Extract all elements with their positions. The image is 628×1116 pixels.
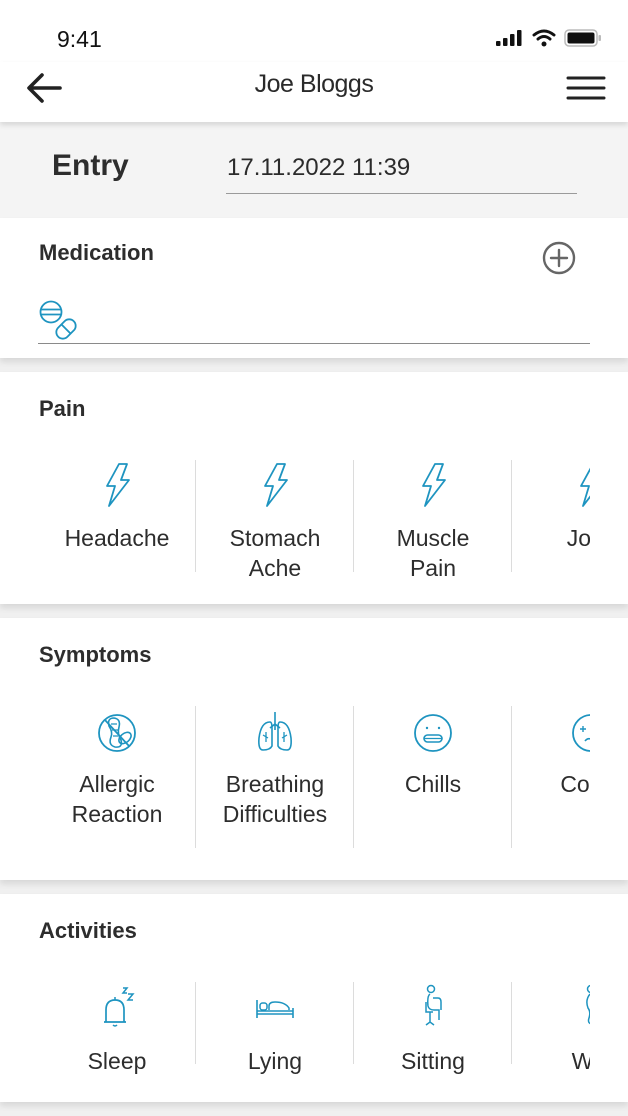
pain-items-scroller[interactable]: Headache Stomach Ache Muscle Pain Jo: [38, 460, 590, 580]
pain-item-muscle-pain[interactable]: Muscle Pain: [354, 460, 512, 580]
activities-card: Activities Sleep Lying Sitting W: [0, 894, 628, 1102]
medication-title: Medication: [39, 240, 154, 265]
app-bar: Joe Bloggs: [0, 62, 628, 122]
sitting-person-icon: [413, 982, 453, 1028]
item-label: Sitting: [401, 1048, 465, 1074]
item-label: Lying: [247, 1048, 303, 1074]
confused-face-icon: [571, 710, 590, 756]
symptom-item-confusion[interactable]: Confu: [512, 706, 590, 850]
signal-icon: [496, 30, 522, 46]
item-label: Headache: [64, 525, 170, 551]
wifi-icon: [532, 29, 556, 47]
symptom-item-chills[interactable]: Chills: [354, 706, 512, 850]
bed-icon: [255, 982, 295, 1028]
symptom-item-allergic-reaction[interactable]: Allergic Reaction: [38, 706, 196, 850]
item-label: Muscle Pain: [396, 525, 470, 580]
allergy-peanut-icon: [97, 710, 137, 756]
item-label: Sleep: [87, 1048, 147, 1074]
medication-card: Medication: [0, 218, 628, 358]
pain-item-joint[interactable]: Joint: [512, 460, 590, 580]
pain-card: Pain Headache Stomach Ache Muscle Pain J…: [0, 372, 628, 604]
battery-icon: [564, 29, 601, 47]
symptom-item-breathing-difficulties[interactable]: Breathing Difficulties: [196, 706, 354, 850]
item-label: Stomach Ache: [229, 525, 321, 580]
hamburger-menu-icon: [566, 76, 606, 100]
item-label: Allergic Reaction: [71, 771, 163, 827]
item-label: Breathing Difficulties: [222, 771, 328, 827]
activities-items-scroller[interactable]: Sleep Lying Sitting W: [38, 982, 590, 1082]
status-time: 9:41: [57, 26, 102, 52]
symptoms-title: Symptoms: [39, 642, 152, 667]
entry-row: Entry 17.11.2022 11:39: [0, 122, 628, 218]
item-label: Joint: [566, 525, 590, 551]
symptoms-card: Symptoms Allergic Reaction Breathing Dif…: [0, 618, 628, 880]
lightning-bolt-icon: [571, 462, 590, 508]
pills-icon: [38, 300, 80, 342]
chattering-face-icon: [413, 710, 453, 756]
activity-item-lying[interactable]: Lying: [196, 982, 354, 1082]
activities-title: Activities: [39, 918, 137, 943]
status-bar: 9:41: [0, 0, 628, 62]
item-label: Wal: [571, 1048, 590, 1074]
item-label: Chills: [404, 771, 462, 797]
add-medication-button[interactable]: [542, 241, 576, 275]
symptoms-items-scroller[interactable]: Allergic Reaction Breathing Difficulties: [38, 706, 590, 850]
lungs-icon: [255, 710, 295, 756]
lightning-bolt-icon: [413, 462, 453, 508]
walking-person-icon: [571, 982, 590, 1028]
entry-label: Entry: [52, 149, 129, 182]
page-title: Joe Bloggs: [254, 70, 374, 98]
pain-item-stomach-ache[interactable]: Stomach Ache: [196, 460, 354, 580]
activity-item-walking[interactable]: Wal: [512, 982, 590, 1082]
activity-item-sleep[interactable]: Sleep: [38, 982, 196, 1082]
bell-zzz-icon: [97, 982, 137, 1028]
activity-item-sitting[interactable]: Sitting: [354, 982, 512, 1082]
pain-item-headache[interactable]: Headache: [38, 460, 196, 580]
plus-circle-icon: [542, 241, 576, 275]
entry-datetime-field[interactable]: 17.11.2022 11:39: [226, 150, 577, 194]
lightning-bolt-icon: [97, 462, 137, 508]
status-icons: [496, 29, 602, 47]
menu-button[interactable]: [566, 74, 606, 102]
medication-input[interactable]: [38, 298, 590, 344]
item-label: Confu: [560, 771, 590, 797]
pain-title: Pain: [39, 396, 86, 421]
lightning-bolt-icon: [255, 462, 295, 508]
